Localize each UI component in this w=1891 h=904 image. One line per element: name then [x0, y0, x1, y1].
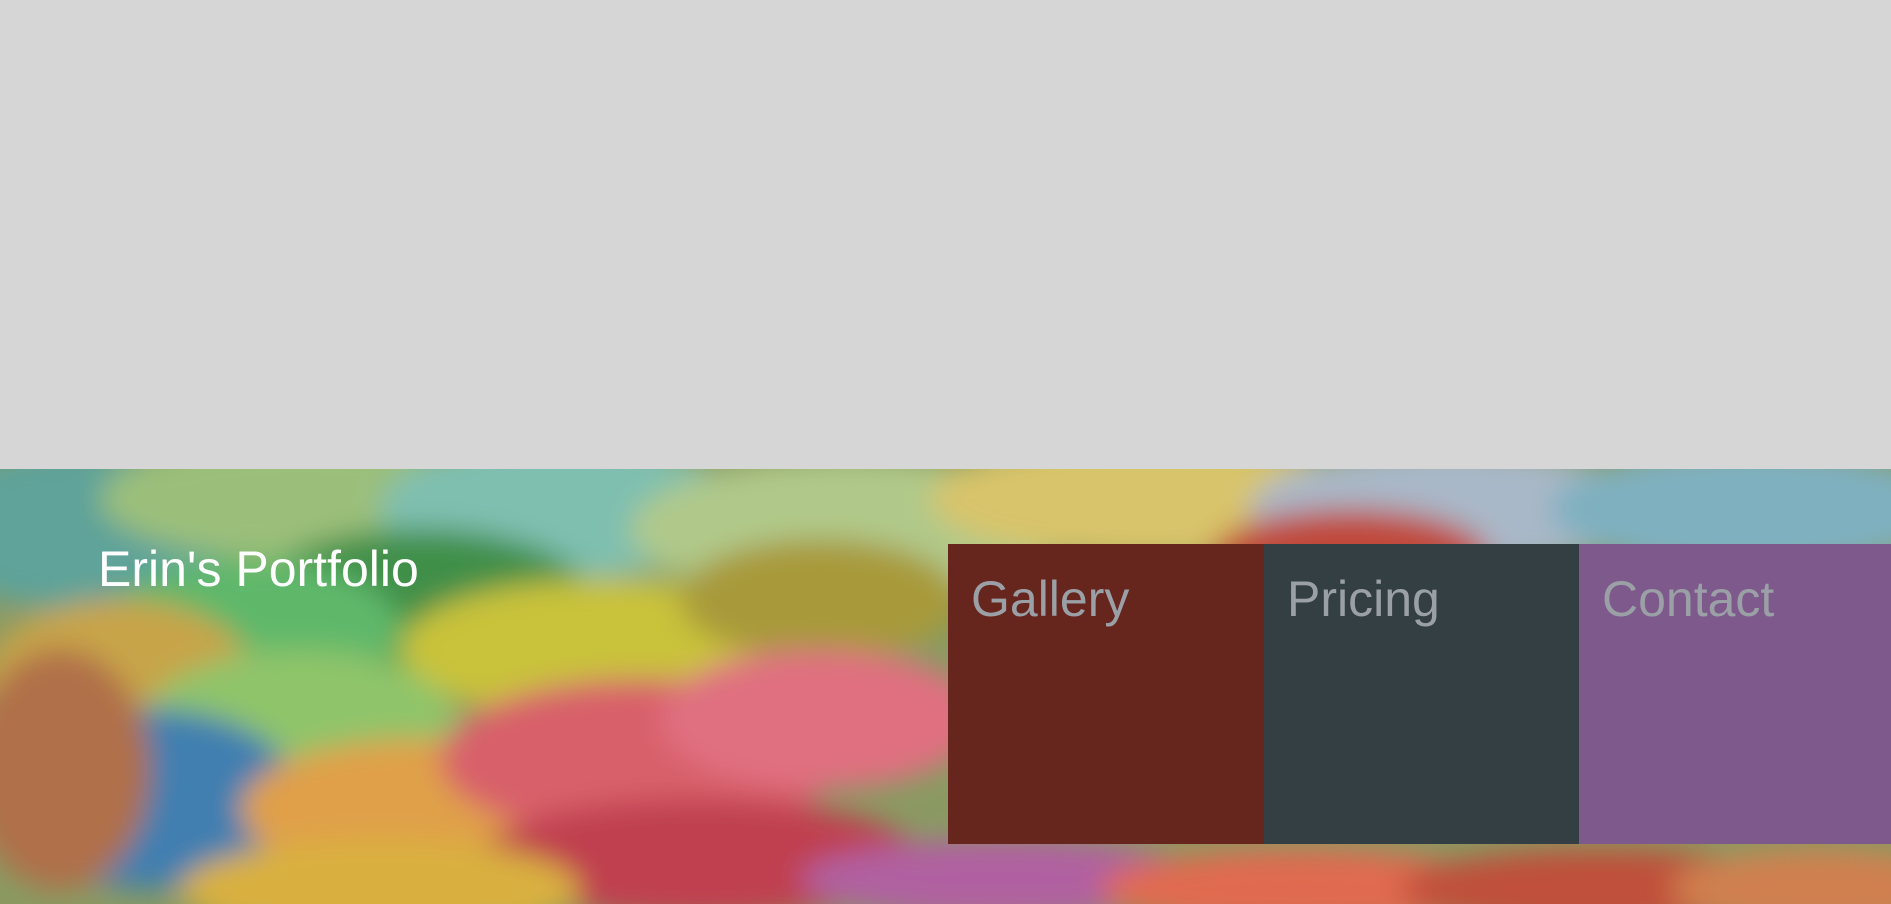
nav-pricing-link[interactable]: Pricing	[1264, 544, 1579, 844]
hero-banner: Erin's Portfolio Gallery Pricing Contact	[0, 469, 1891, 904]
nav-contact-link[interactable]: Contact	[1579, 544, 1891, 844]
main-nav: Gallery Pricing Contact	[948, 544, 1891, 844]
site-title: Erin's Portfolio	[98, 541, 419, 597]
nav-gallery-link[interactable]: Gallery	[948, 544, 1264, 844]
empty-top-area	[0, 0, 1891, 469]
